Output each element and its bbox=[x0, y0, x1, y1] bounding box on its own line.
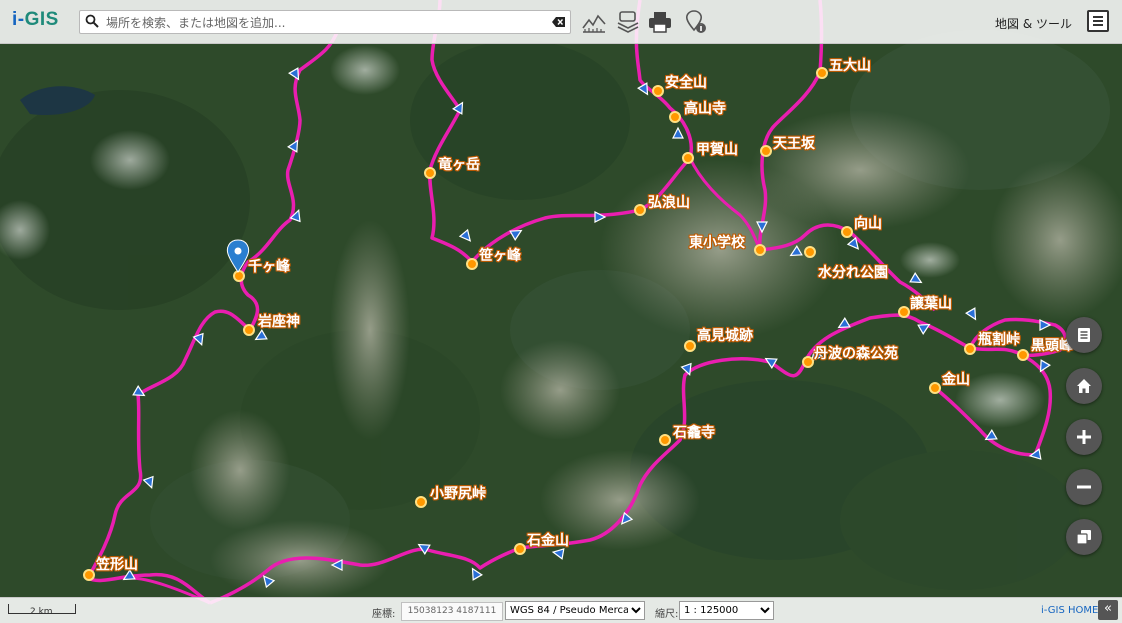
basemap-button[interactable] bbox=[1066, 519, 1102, 555]
igis-home-link[interactable]: i-GIS HOME bbox=[1041, 605, 1098, 616]
menu-label[interactable]: 地図 & ツール bbox=[995, 15, 1072, 32]
search-box bbox=[79, 10, 571, 34]
marker-anzensan bbox=[652, 85, 664, 97]
place-label: 高見城跡 bbox=[697, 328, 753, 344]
map-canvas[interactable]: 五大山 安全山 高山寺 甲賀山 天王坂 竜ヶ岳 弘浪山 笹ヶ峰 向山 東小学校 … bbox=[0, 0, 1122, 623]
collapse-panel-icon[interactable]: « bbox=[1098, 600, 1118, 620]
home-button[interactable] bbox=[1066, 368, 1102, 404]
place-label: 向山 bbox=[854, 216, 882, 232]
plus-icon bbox=[1077, 430, 1091, 444]
marker-bunsui-park bbox=[804, 246, 816, 258]
place-label: 石龕寺 bbox=[673, 425, 715, 441]
coordinate-readout: 15038123 4187111 bbox=[401, 602, 503, 621]
marker-higashi-school bbox=[754, 244, 766, 256]
zoom-out-button[interactable] bbox=[1066, 469, 1102, 505]
home-icon bbox=[1077, 379, 1091, 393]
marker-kasagatayama bbox=[83, 569, 95, 581]
place-label: 譲葉山 bbox=[910, 296, 952, 312]
marker-kanayama bbox=[929, 382, 941, 394]
place-label: 甲賀山 bbox=[696, 142, 738, 158]
marker-yuzuriha bbox=[898, 306, 910, 318]
marker-kousanji bbox=[669, 111, 681, 123]
marker-izaragami bbox=[243, 324, 255, 336]
marker-gotaisan bbox=[816, 67, 828, 79]
location-info-icon[interactable] bbox=[682, 8, 710, 36]
elevation-profile-icon[interactable] bbox=[580, 8, 608, 36]
place-label: 水分れ公園 bbox=[818, 265, 888, 281]
place-label: 石金山 bbox=[527, 533, 569, 549]
place-label: 東小学校 bbox=[689, 235, 745, 251]
top-toolbar: i-GIS 地図 & ツール bbox=[0, 0, 1122, 44]
list-button[interactable] bbox=[1066, 317, 1102, 353]
place-label: 五大山 bbox=[829, 58, 871, 74]
marker-sekiganji bbox=[659, 434, 671, 446]
place-label: 金山 bbox=[942, 372, 970, 388]
place-label: 笠形山 bbox=[96, 557, 138, 573]
crs-select[interactable]: WGS 84 / Pseudo Mercator bbox=[505, 601, 645, 620]
marker-ryugatake bbox=[424, 167, 436, 179]
place-label: 安全山 bbox=[665, 75, 707, 91]
marker-kamewari bbox=[964, 343, 976, 355]
marker-takami-castle bbox=[684, 340, 696, 352]
marker-mukaiyama bbox=[841, 226, 853, 238]
search-icon[interactable] bbox=[85, 14, 99, 28]
print-icon[interactable] bbox=[646, 8, 674, 36]
app-logo[interactable]: i-GIS bbox=[12, 9, 59, 31]
place-label: 瓶割峠 bbox=[978, 332, 1020, 348]
place-label: 弘浪山 bbox=[648, 195, 690, 211]
status-bar: 2 km 座標: 15038123 4187111 WGS 84 / Pseud… bbox=[0, 597, 1122, 623]
marker-kouronsan bbox=[634, 204, 646, 216]
coordinate-label: 座標: bbox=[372, 609, 396, 620]
layers-icon bbox=[1076, 530, 1091, 545]
marker-kougasan bbox=[682, 152, 694, 164]
place-label: 千ヶ峰 bbox=[248, 259, 290, 275]
marker-sengamine bbox=[233, 270, 245, 282]
scale-label: 縮尺: bbox=[655, 609, 679, 620]
place-label: 高山寺 bbox=[684, 101, 726, 117]
marker-tenousaka bbox=[760, 145, 772, 157]
list-icon bbox=[1078, 328, 1090, 342]
scale-bar-text: 2 km bbox=[30, 607, 53, 617]
place-label: 岩座神 bbox=[258, 314, 300, 330]
place-label: 天王坂 bbox=[773, 136, 815, 152]
marker-onojiri bbox=[415, 496, 427, 508]
zoom-in-button[interactable] bbox=[1066, 419, 1102, 455]
scale-select[interactable]: 1 : 125000 bbox=[679, 601, 774, 620]
clear-input-icon[interactable] bbox=[552, 16, 566, 28]
marker-sasagamine bbox=[466, 258, 478, 270]
marker-tanba-forest bbox=[802, 356, 814, 368]
hamburger-menu-icon[interactable] bbox=[1087, 10, 1109, 32]
place-label: 笹ヶ峰 bbox=[479, 248, 521, 264]
layers-stack-icon[interactable] bbox=[614, 8, 642, 36]
marker-kurogashira bbox=[1017, 349, 1029, 361]
search-input[interactable] bbox=[104, 13, 548, 33]
marker-sekikinzan bbox=[514, 543, 526, 555]
place-label: 竜ヶ岳 bbox=[438, 157, 480, 173]
place-label: 小野尻峠 bbox=[430, 486, 486, 502]
place-label: 丹波の森公苑 bbox=[814, 346, 898, 362]
minus-icon bbox=[1077, 485, 1091, 489]
